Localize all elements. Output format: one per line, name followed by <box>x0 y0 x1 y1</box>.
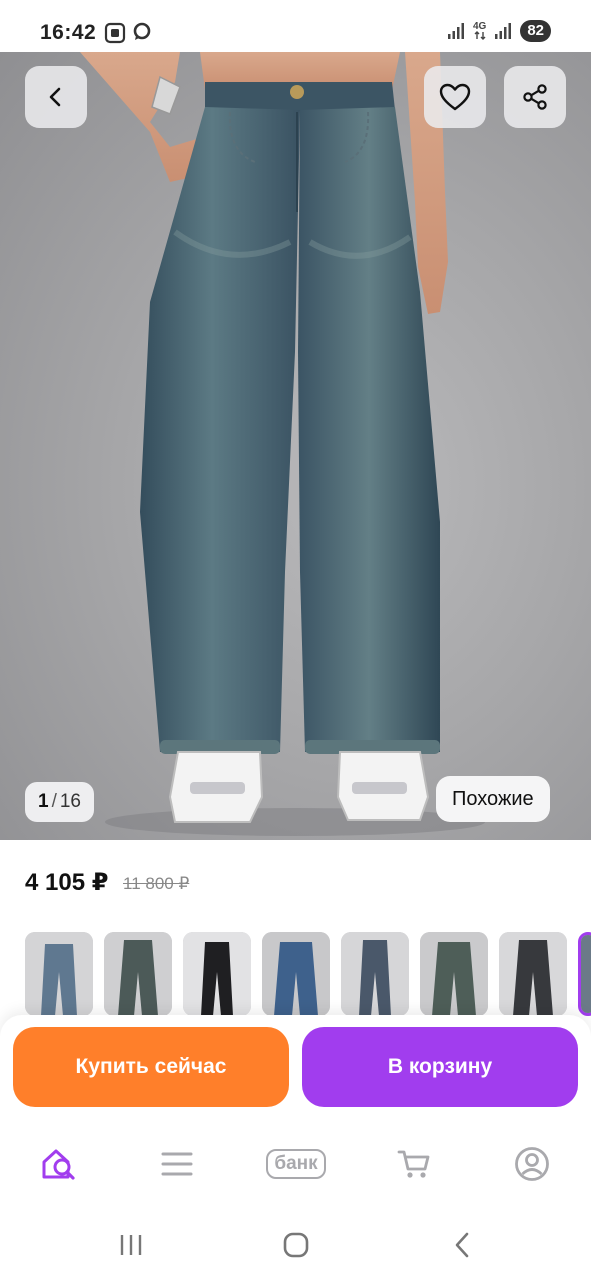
network-indicator: 4G <box>473 22 486 40</box>
signal-icon <box>447 23 464 39</box>
network-type: 4G <box>472 21 487 32</box>
heart-icon <box>439 83 471 111</box>
nav-catalog[interactable] <box>147 1139 207 1189</box>
thumbnail[interactable] <box>262 932 330 1016</box>
thumbnail[interactable] <box>420 932 488 1016</box>
nav-bank[interactable]: банк <box>256 1139 336 1189</box>
image-counter-total: 16 <box>59 791 81 812</box>
battery-indicator: 82 <box>520 20 551 42</box>
share-icon <box>523 84 547 110</box>
nav-home[interactable] <box>30 1139 90 1189</box>
thumbnail-image <box>341 932 409 1016</box>
similar-products-button[interactable]: Похожие <box>436 776 550 822</box>
thumbnail-image <box>25 932 93 1016</box>
screenshot-icon <box>104 22 126 44</box>
image-counter-current: 1 <box>38 791 49 812</box>
chevron-left-icon <box>49 87 61 107</box>
profile-icon <box>515 1147 549 1181</box>
thumbnail[interactable] <box>341 932 409 1016</box>
nav-cart[interactable] <box>384 1139 444 1189</box>
favorite-button[interactable] <box>424 66 486 128</box>
image-counter-separator: / <box>51 791 57 812</box>
product-photo <box>80 52 485 836</box>
recent-apps-icon <box>120 1235 142 1255</box>
thumbnail-image <box>183 932 251 1016</box>
catalog-menu-icon <box>161 1152 193 1176</box>
buy-now-button[interactable]: Купить сейчас <box>13 1027 289 1107</box>
status-bar: 16:42 4G 82 <box>0 0 591 52</box>
action-panel: Купить сейчас В корзину <box>0 1015 591 1125</box>
current-price: 4 105 ₽ <box>25 869 109 896</box>
thumbnail-strip <box>0 920 591 1030</box>
price-section: 4 105 ₽ 11 800 ₽ <box>0 840 591 920</box>
thumbnail-image <box>581 935 591 1013</box>
home-search-icon <box>42 1149 75 1180</box>
product-image-gallery[interactable]: 1 / 16 Похожие <box>0 52 591 840</box>
old-price: 11 800 ₽ <box>123 874 190 893</box>
add-to-cart-button[interactable]: В корзину <box>302 1027 578 1107</box>
bank-label: банк <box>266 1149 326 1179</box>
back-arrow-icon <box>455 1232 469 1258</box>
home-button[interactable] <box>266 1225 326 1265</box>
thumbnail-image <box>104 932 172 1016</box>
cart-icon <box>397 1150 430 1178</box>
share-button[interactable] <box>504 66 566 128</box>
thumbnail-image <box>262 932 330 1016</box>
thumbnail[interactable] <box>25 932 93 1016</box>
recent-apps-button[interactable] <box>101 1225 161 1265</box>
image-counter: 1 / 16 <box>25 782 94 822</box>
thumbnail-image <box>420 932 488 1016</box>
system-back-button[interactable] <box>432 1225 492 1265</box>
thumbnail[interactable] <box>183 932 251 1016</box>
thumbnail[interactable] <box>499 932 567 1016</box>
back-button[interactable] <box>25 66 87 128</box>
thumbnail[interactable] <box>104 932 172 1016</box>
system-navigation <box>0 1205 591 1280</box>
thumbnail[interactable] <box>578 932 591 1016</box>
signal-icon <box>495 23 512 39</box>
bottom-navigation: банк <box>0 1125 591 1205</box>
thumbnail-image <box>499 932 567 1016</box>
home-circle-icon <box>283 1232 309 1258</box>
data-arrows-icon <box>474 31 486 40</box>
chat-bubble-icon <box>133 22 151 40</box>
nav-profile[interactable] <box>502 1139 562 1189</box>
status-time: 16:42 <box>40 21 97 44</box>
status-indicators: 4G 82 <box>447 20 551 42</box>
